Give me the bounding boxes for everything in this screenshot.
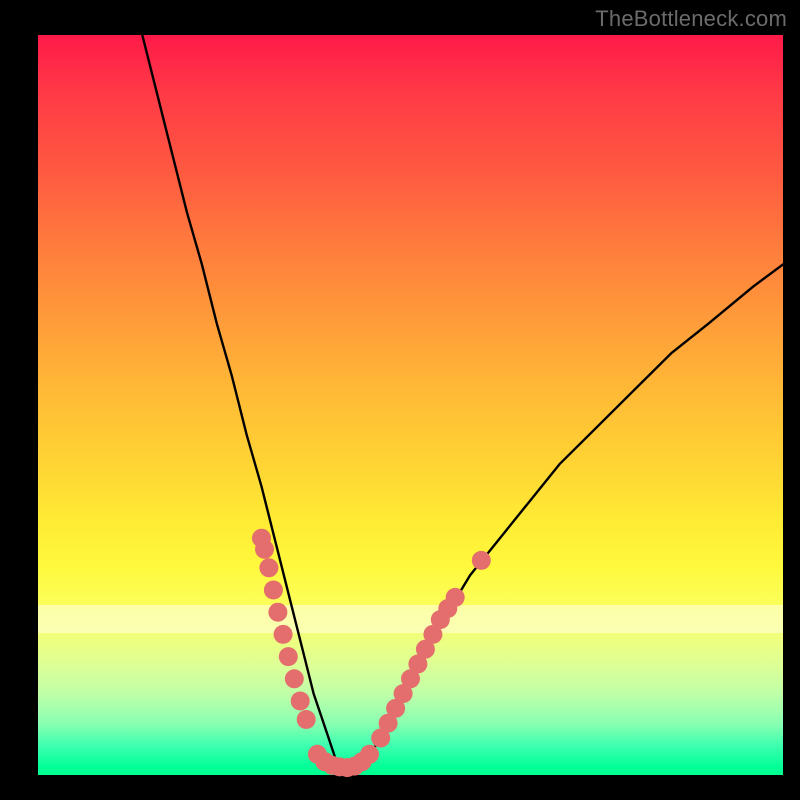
plot-area bbox=[38, 35, 783, 775]
chart-frame: TheBottleneck.com bbox=[0, 0, 800, 800]
curve-path bbox=[142, 35, 783, 768]
bottleneck-curve-svg bbox=[38, 35, 783, 775]
data-dots bbox=[252, 529, 491, 777]
watermark-label: TheBottleneck.com bbox=[595, 6, 787, 32]
